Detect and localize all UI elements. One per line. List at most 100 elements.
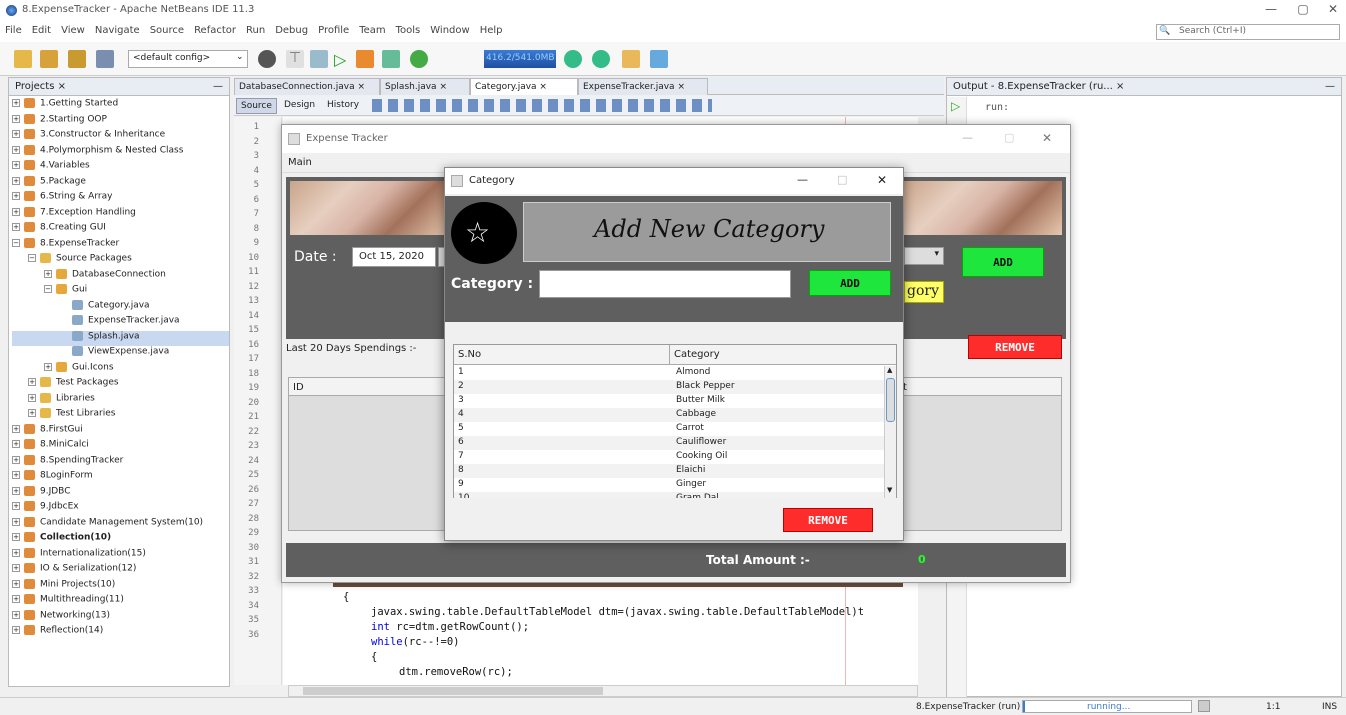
table-row[interactable]: 1 Almond	[454, 366, 884, 380]
expand-icon[interactable]: +	[12, 99, 20, 107]
scrollbar-thumb[interactable]	[886, 378, 895, 422]
menu-source[interactable]: Source	[145, 22, 189, 36]
menu-edit[interactable]: Edit	[27, 22, 56, 36]
tree-item[interactable]: ExpenseTracker.java	[12, 315, 229, 331]
expand-icon[interactable]: +	[12, 223, 20, 231]
remove-category-button[interactable]: REMOVE	[783, 508, 873, 532]
source-mode-button[interactable]: Source	[236, 98, 277, 114]
expand-icon[interactable]: +	[44, 362, 52, 371]
expand-icon[interactable]: +	[12, 440, 20, 448]
expand-icon[interactable]: +	[12, 424, 20, 433]
minimize-icon[interactable]: —	[213, 81, 223, 92]
menu-profile[interactable]: Profile	[313, 22, 354, 36]
menu-help[interactable]: Help	[475, 22, 508, 36]
close-button[interactable]: ✕	[1042, 131, 1052, 145]
table-row[interactable]: 5 Carrot	[454, 422, 884, 436]
close-icon[interactable]: ×	[677, 82, 685, 92]
new-project-icon[interactable]	[40, 50, 58, 68]
scroll-down-icon[interactable]: ▼	[887, 486, 892, 494]
table-row[interactable]: 7 Cooking Oil	[454, 450, 884, 464]
table-row[interactable]: 9 Ginger	[454, 478, 884, 492]
minimize-button[interactable]: —	[797, 173, 808, 186]
expand-icon[interactable]: +	[12, 533, 20, 541]
add-expense-button[interactable]: ADD	[962, 247, 1044, 277]
tree-item[interactable]: − Gui	[12, 284, 229, 300]
tree-item[interactable]: +7.Exception Handling	[12, 206, 229, 223]
collapse-icon[interactable]: −	[28, 254, 36, 262]
profile-icon[interactable]	[382, 50, 400, 68]
menu-navigate[interactable]: Navigate	[90, 22, 145, 36]
maximize-button[interactable]: ▢	[1288, 2, 1318, 20]
tree-item[interactable]: +9.JDBC	[12, 485, 229, 502]
table-row[interactable]: 8 Elaichi	[454, 464, 884, 478]
expand-icon[interactable]: +	[12, 207, 20, 216]
tree-item[interactable]: +9.JdbcEx	[12, 501, 229, 517]
scrollbar-thumb[interactable]	[303, 687, 603, 695]
tree-item[interactable]: +8LoginForm	[12, 470, 229, 486]
horizontal-scrollbar[interactable]	[288, 685, 918, 697]
gc-full-icon[interactable]	[592, 50, 610, 68]
maximize-button[interactable]: □	[837, 173, 847, 186]
tab-expensetracker[interactable]: ExpenseTracker.java ×	[578, 78, 708, 95]
search-input[interactable]: Search (Ctrl+I)	[1156, 24, 1340, 40]
tree-item[interactable]: + Gui.Icons	[12, 361, 229, 378]
menu-team[interactable]: Team	[354, 22, 390, 36]
tree-item[interactable]: + Internationalization(15)	[12, 547, 229, 564]
tree-item[interactable]: + Collection(10)	[12, 532, 229, 548]
tree-item[interactable]: + IO & Serialization(12)	[12, 563, 229, 579]
expand-icon[interactable]: +	[28, 378, 36, 386]
history-mode-button[interactable]: History	[327, 100, 359, 110]
tree-item[interactable]: + Networking(13)	[12, 609, 229, 626]
tree-item[interactable]: + Test Libraries	[12, 408, 229, 424]
open-project-icon[interactable]	[68, 50, 86, 68]
menu-refactor[interactable]: Refactor	[189, 22, 241, 36]
scroll-up-icon[interactable]: ▲	[887, 366, 892, 374]
design-mode-button[interactable]: Design	[284, 100, 315, 110]
clean-build-icon[interactable]	[310, 50, 328, 68]
expand-icon[interactable]: +	[44, 269, 52, 278]
tree-item[interactable]: +4.Polymorphism & Nested Class	[12, 144, 229, 161]
tree-item[interactable]: − 8.ExpenseTracker	[12, 237, 229, 254]
close-button[interactable]: ✕	[877, 173, 887, 187]
chevron-down-icon[interactable]: ⌄	[236, 52, 244, 62]
expand-icon[interactable]: +	[12, 471, 20, 479]
maximize-button[interactable]: ▢	[1004, 131, 1014, 144]
expand-icon[interactable]: +	[12, 610, 20, 619]
tree-item[interactable]: + Libraries	[12, 392, 229, 409]
minimize-button[interactable]: —	[1256, 2, 1286, 20]
remove-expense-button[interactable]: REMOVE	[968, 335, 1062, 359]
menu-file[interactable]: File	[0, 22, 27, 36]
memory-indicator[interactable]: 416.2/541.0MB	[484, 50, 556, 68]
tree-item[interactable]: +4.Variables	[12, 160, 229, 176]
category-button[interactable]: gory	[904, 281, 944, 303]
output-tab[interactable]: Output - 8.ExpenseTracker (ru... × —	[947, 78, 1341, 96]
tree-item[interactable]: ViewExpense.java	[12, 346, 229, 362]
redo-icon[interactable]	[650, 50, 668, 68]
expand-icon[interactable]: +	[12, 176, 20, 185]
gc-icon[interactable]	[564, 50, 582, 68]
new-file-icon[interactable]	[14, 50, 32, 68]
editor-action-icons[interactable]	[372, 99, 712, 112]
minimize-button[interactable]: —	[962, 131, 973, 144]
undo-icon[interactable]	[622, 50, 640, 68]
profile-attach-icon[interactable]	[410, 50, 428, 68]
tree-item[interactable]: + DatabaseConnection	[12, 268, 229, 285]
menu-debug[interactable]: Debug	[270, 22, 313, 36]
tree-item[interactable]: + Reflection(14)	[12, 625, 229, 641]
globe-icon[interactable]	[258, 50, 276, 68]
vertical-scrollbar[interactable]: ▲ ▼	[884, 366, 896, 498]
close-icon[interactable]: ×	[357, 82, 365, 92]
menu-tools[interactable]: Tools	[391, 22, 426, 36]
tree-item[interactable]: + Mini Projects(10)	[12, 578, 229, 595]
tree-item[interactable]: + Test Packages	[12, 377, 229, 393]
expand-icon[interactable]: +	[12, 455, 20, 464]
hammer-icon[interactable]: ⊤	[286, 50, 304, 68]
tree-item[interactable]: +3.Constructor & Inheritance	[12, 129, 229, 145]
tree-item[interactable]: Splash.java	[12, 330, 229, 346]
table-row[interactable]: 10 Gram Dal	[454, 492, 884, 498]
tab-splash[interactable]: Splash.java ×	[380, 78, 470, 95]
expand-icon[interactable]: +	[12, 145, 20, 154]
menu-run[interactable]: Run	[241, 22, 270, 36]
collapse-icon[interactable]: −	[44, 285, 52, 293]
close-icon[interactable]: ×	[1116, 81, 1124, 92]
